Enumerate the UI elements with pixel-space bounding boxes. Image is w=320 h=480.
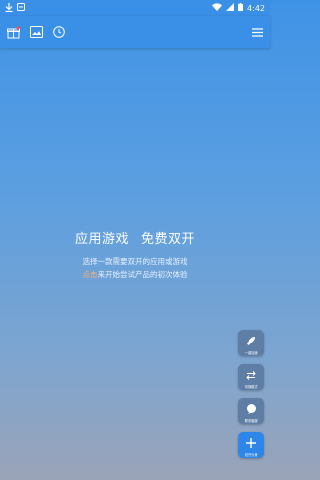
description-line-2: 点击来开始尝试产品的初次体验 xyxy=(0,268,270,281)
status-right: 4:42 xyxy=(212,3,265,13)
headline: 应用游戏 免费双开 xyxy=(0,228,270,247)
status-left xyxy=(5,2,25,14)
description-line-1: 选择一款需要双开的应用或游戏 xyxy=(82,257,188,266)
customer-service-button[interactable]: 联系客服 xyxy=(238,398,264,424)
toolbar-left xyxy=(6,25,66,39)
empty-state: 应用游戏 免费双开 选择一款需要双开的应用或游戏 点击来开始尝试产品的初次体验 xyxy=(0,228,270,281)
fab-column: 一键加速 切换模式 联系客服 双开分身 xyxy=(238,330,264,458)
description-line-2-rest: 来开始尝试产品的初次体验 xyxy=(97,270,188,279)
image-icon[interactable] xyxy=(29,25,43,39)
download-icon xyxy=(5,2,13,14)
rocket-icon xyxy=(246,331,256,350)
speed-up-button[interactable]: 一键加速 xyxy=(238,330,264,356)
add-clone-button[interactable]: 双开分身 xyxy=(238,432,264,458)
description: 选择一款需要双开的应用或游戏 点击来开始尝试产品的初次体验 xyxy=(0,255,270,281)
status-time: 4:42 xyxy=(247,3,265,13)
headline-right: 免费双开 xyxy=(141,232,196,247)
chat-icon xyxy=(246,399,257,418)
description-highlight: 点击 xyxy=(82,270,98,279)
fab-label: 切换模式 xyxy=(244,384,258,389)
headline-left: 应用游戏 xyxy=(74,232,129,247)
fab-label: 联系客服 xyxy=(244,418,258,423)
toolbar xyxy=(0,16,270,48)
fab-label: 双开分身 xyxy=(244,452,258,457)
wifi-icon xyxy=(212,3,223,13)
battery-icon xyxy=(238,3,244,13)
signal-icon xyxy=(226,3,235,13)
status-bar: 4:42 xyxy=(0,0,270,16)
notification-icon xyxy=(17,3,25,13)
plus-icon xyxy=(246,433,256,452)
gift-icon[interactable] xyxy=(6,25,20,39)
menu-icon[interactable] xyxy=(250,25,264,39)
fab-label: 一键加速 xyxy=(244,350,258,355)
clock-icon[interactable] xyxy=(52,25,66,39)
switch-icon xyxy=(246,365,256,384)
switch-mode-button[interactable]: 切换模式 xyxy=(238,364,264,390)
